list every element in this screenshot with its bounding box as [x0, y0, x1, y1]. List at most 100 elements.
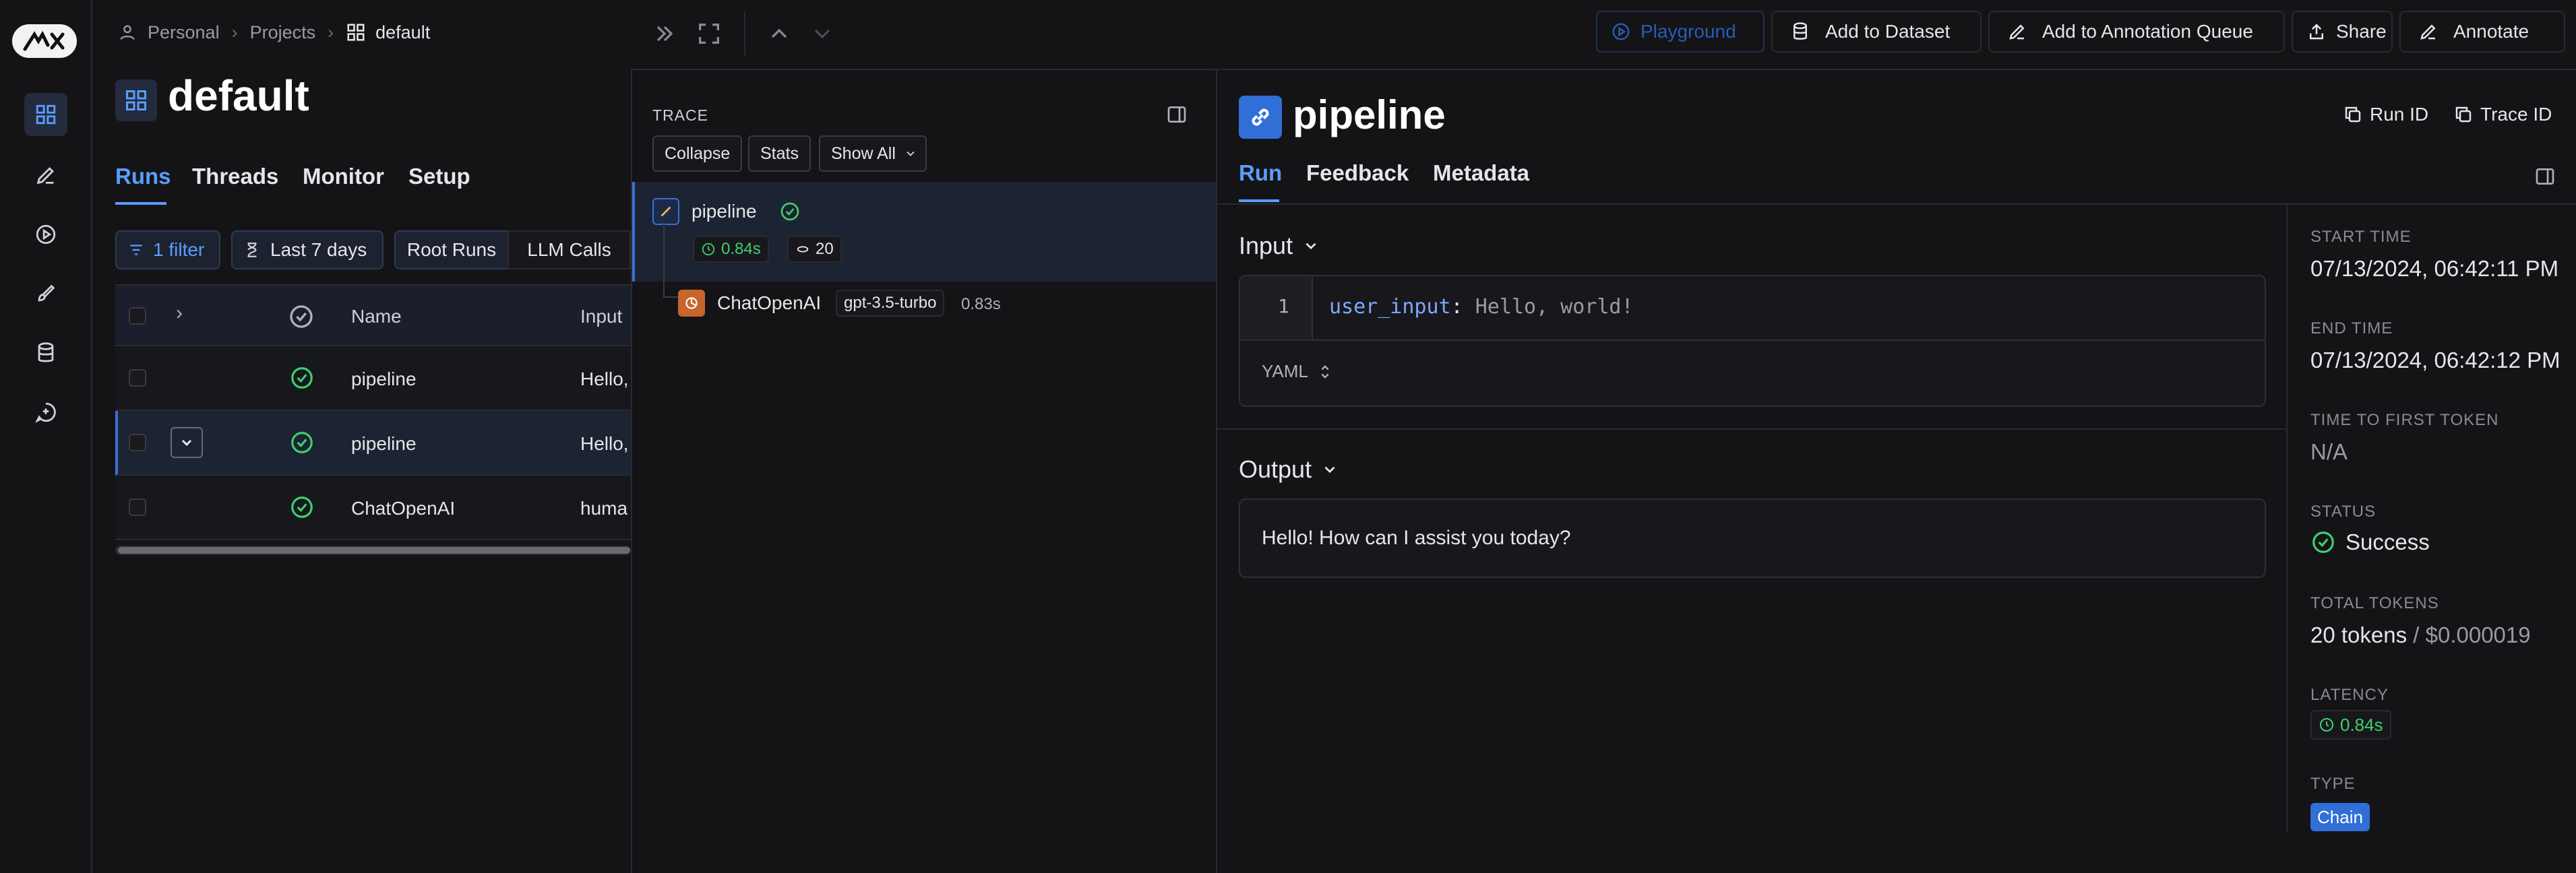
- row-checkbox[interactable]: [129, 369, 146, 387]
- horizontal-scrollbar-thumb[interactable]: [118, 547, 630, 554]
- row-name: pipeline: [351, 368, 417, 389]
- trace-id-label: Trace ID: [2480, 104, 2552, 125]
- ttft-label: TIME TO FIRST TOKEN: [2310, 411, 2499, 429]
- tab-monitor[interactable]: Monitor: [303, 164, 384, 189]
- new-chat-icon[interactable]: [24, 391, 67, 434]
- tab-setup[interactable]: Setup: [408, 164, 470, 189]
- row-checkbox[interactable]: [129, 498, 146, 516]
- runs-panel: Personal › Projects › default default Ru…: [94, 0, 631, 873]
- tab-run[interactable]: Run: [1239, 160, 1282, 186]
- trace-label: TRACE: [652, 106, 708, 124]
- row-checkbox[interactable]: [129, 434, 146, 451]
- user-icon: [120, 25, 135, 40]
- playground-button[interactable]: Playground: [1596, 11, 1765, 53]
- llm-calls-label: LLM Calls: [527, 239, 611, 260]
- output-box: Hello! How can I assist you today?: [1239, 498, 2266, 578]
- filter-label: 1 filter: [153, 239, 205, 260]
- llm-calls-toggle[interactable]: LLM Calls: [508, 230, 631, 269]
- type-badge: Chain: [2310, 803, 2370, 831]
- tab-threads[interactable]: Threads: [192, 164, 278, 189]
- play-icon[interactable]: [24, 213, 67, 256]
- tabs-divider: [1217, 203, 2576, 205]
- tokens-value: 20: [816, 240, 834, 258]
- chevron-right-icon: ›: [328, 22, 334, 42]
- clock-icon: [2320, 718, 2333, 732]
- input-code-line[interactable]: user_input: Hello, world!: [1329, 295, 1634, 319]
- collapse-button[interactable]: Collapse: [652, 135, 743, 172]
- start-time-value: 07/13/2024, 06:42:11 PM: [2310, 256, 2559, 281]
- tab-indicator: [115, 202, 166, 205]
- add-to-dataset-button[interactable]: Add to Dataset: [1771, 11, 1982, 53]
- latency-label: LATENCY: [2310, 686, 2389, 704]
- breadcrumb-personal[interactable]: Personal: [148, 22, 220, 43]
- clock-icon: [702, 243, 715, 256]
- table-row[interactable]: pipeline Hello,: [115, 411, 631, 476]
- sidebar-toggle-icon[interactable]: [1166, 104, 1188, 125]
- collapse-panel-icon[interactable]: [651, 20, 678, 47]
- root-runs-toggle[interactable]: Root Runs: [394, 230, 509, 269]
- tab-runs[interactable]: Runs: [115, 164, 171, 189]
- latency-badge: 0.84s: [2310, 710, 2391, 740]
- table-row[interactable]: pipeline Hello,: [115, 346, 631, 411]
- annotation-icon[interactable]: [24, 154, 67, 197]
- copy-run-id-button[interactable]: Run ID: [2343, 104, 2428, 125]
- breadcrumb-current: default: [375, 22, 431, 42]
- select-all-checkbox[interactable]: [129, 307, 146, 325]
- stats-button[interactable]: Stats: [748, 135, 811, 172]
- chevron-right-icon[interactable]: ›: [176, 302, 183, 325]
- row-name: ChatOpenAI: [351, 498, 456, 519]
- status-badge: Success: [2310, 529, 2430, 555]
- expand-button[interactable]: [171, 427, 203, 458]
- show-all-label: Show All: [831, 143, 896, 163]
- tab-feedback[interactable]: Feedback: [1306, 160, 1409, 186]
- code-divider: [1240, 340, 2265, 341]
- column-input[interactable]: Input: [580, 306, 622, 327]
- time-range-label: Last 7 days: [270, 239, 367, 260]
- latency-value: 0.84s: [721, 240, 761, 258]
- trace-node-name: pipeline: [692, 201, 757, 222]
- expand-icon[interactable]: [696, 20, 723, 47]
- chevron-right-icon: ›: [231, 22, 238, 42]
- link-icon: [1239, 96, 1282, 139]
- trace-node-name: ChatOpenAI: [717, 292, 822, 313]
- trace-node-root[interactable]: pipeline 0.84s 20: [632, 182, 1216, 282]
- tab-metadata[interactable]: Metadata: [1433, 160, 1529, 186]
- output-text[interactable]: Hello! How can I assist you today?: [1262, 527, 1571, 550]
- copy-trace-id-button[interactable]: Trace ID: [2453, 104, 2552, 125]
- annotate-button[interactable]: Annotate: [2399, 11, 2565, 53]
- pencil-icon: [2009, 24, 2025, 40]
- time-range-button[interactable]: Last 7 days: [231, 230, 384, 269]
- chevron-up-icon[interactable]: [766, 20, 793, 47]
- input-section-toggle[interactable]: Input: [1239, 232, 1320, 260]
- project-icon: [115, 79, 157, 121]
- status-value: Success: [2345, 529, 2430, 554]
- input-key: user_input: [1329, 295, 1451, 319]
- section-divider: [1217, 428, 2286, 430]
- show-all-button[interactable]: Show All: [819, 135, 927, 172]
- playground-label: Playground: [1640, 21, 1736, 42]
- table-row[interactable]: ChatOpenAI huma: [115, 476, 631, 540]
- model-badge: gpt-3.5-turbo: [836, 290, 945, 317]
- format-select[interactable]: YAML: [1262, 361, 1332, 382]
- latency-badge: 0.84s: [693, 236, 769, 263]
- tree-connector: [663, 296, 678, 298]
- share-button[interactable]: Share: [2292, 11, 2393, 53]
- column-name[interactable]: Name: [351, 306, 402, 327]
- row-input: Hello,: [580, 433, 629, 454]
- langsmith-logo[interactable]: [12, 24, 77, 58]
- trace-node-child[interactable]: ChatOpenAI gpt-3.5-turbo 0.83s: [678, 283, 1217, 323]
- chevron-down-icon: [1306, 243, 1316, 250]
- chevron-down-icon[interactable]: [809, 20, 836, 47]
- add-to-annotation-queue-button[interactable]: Add to Annotation Queue: [1988, 11, 2285, 53]
- output-section-toggle[interactable]: Output: [1239, 455, 1339, 484]
- breadcrumb-projects[interactable]: Projects: [250, 22, 316, 43]
- chain-icon: [652, 198, 679, 225]
- sidebar-toggle-icon[interactable]: [2534, 166, 2556, 187]
- projects-icon[interactable]: [24, 93, 67, 136]
- grid-icon: [347, 24, 365, 41]
- row-input: Hello,: [580, 368, 629, 389]
- filter-button[interactable]: 1 filter: [115, 230, 220, 269]
- database-icon[interactable]: [24, 331, 67, 375]
- rocket-icon[interactable]: [24, 272, 67, 315]
- breadcrumb: Personal › Projects › default: [118, 20, 430, 44]
